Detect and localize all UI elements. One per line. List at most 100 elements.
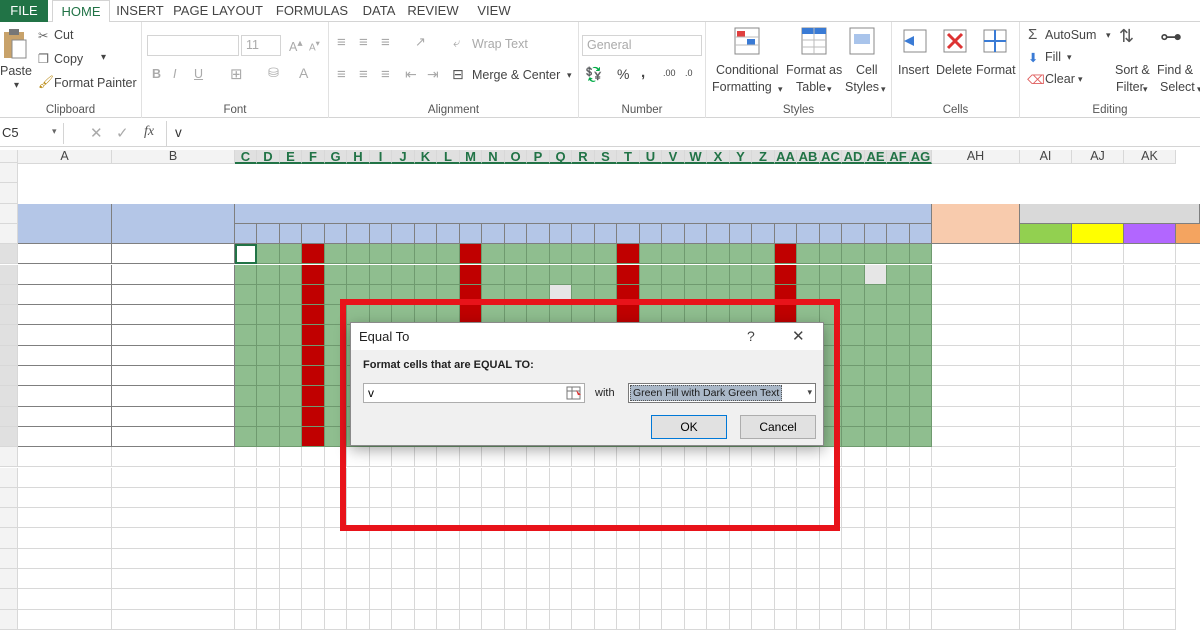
header-day[interactable] (572, 223, 595, 245)
grid-cell[interactable] (1124, 487, 1176, 509)
attendance-cell[interactable] (910, 284, 932, 306)
cancel-button[interactable]: Cancel (740, 415, 816, 439)
summary-cell[interactable] (1072, 386, 1124, 407)
row-header-2[interactable] (0, 183, 18, 204)
underline-button[interactable]: U (194, 67, 203, 81)
header-day[interactable] (437, 223, 460, 245)
attendance-cell[interactable] (415, 284, 437, 306)
shrink-font-icon[interactable]: A▾ (309, 38, 320, 53)
grid-cell[interactable] (572, 589, 595, 610)
grid-cell[interactable] (775, 548, 797, 569)
col-header-p[interactable]: P (527, 150, 550, 164)
grid-cell[interactable] (280, 569, 302, 590)
number-format-box[interactable]: General (582, 35, 702, 56)
grid-cell[interactable] (775, 487, 797, 509)
grid-cell[interactable] (662, 467, 685, 488)
font-size-box[interactable]: 11 (241, 35, 281, 56)
grid-cell[interactable] (370, 589, 392, 610)
align-left-icon[interactable]: ≡ (337, 66, 346, 83)
ok-button[interactable]: OK (651, 415, 727, 439)
attendance-cell[interactable] (280, 345, 302, 366)
grid-cell[interactable] (932, 528, 1020, 549)
attendance-cell[interactable] (505, 264, 527, 285)
grid-cell[interactable] (370, 548, 392, 569)
grid-cell[interactable] (910, 528, 932, 549)
col-header-g[interactable]: G (325, 150, 347, 164)
grid-cell[interactable] (505, 467, 527, 488)
grid-cell[interactable] (1072, 569, 1124, 590)
attendance-cell[interactable] (235, 325, 257, 346)
grid-cell[interactable] (325, 589, 347, 610)
summary-cell[interactable] (1176, 305, 1200, 326)
attendance-cell[interactable] (302, 345, 325, 366)
grid-cell[interactable] (662, 528, 685, 549)
attendance-cell[interactable] (865, 264, 887, 285)
grid-cell[interactable] (932, 589, 1020, 610)
summary-cell[interactable] (1124, 325, 1176, 346)
grid-cell[interactable] (302, 528, 325, 549)
grid-cell[interactable] (257, 589, 280, 610)
grid-cell[interactable] (505, 508, 527, 529)
attendance-cell[interactable] (302, 284, 325, 306)
grid-cell[interactable] (752, 589, 775, 610)
header-day[interactable] (325, 223, 347, 245)
header-masuk[interactable] (1020, 223, 1072, 245)
grid-cell[interactable] (1020, 609, 1072, 630)
grid-cell[interactable] (415, 569, 437, 590)
fill-color-icon[interactable]: ⛁ (268, 65, 279, 81)
header-day[interactable] (460, 223, 482, 245)
summary-cell[interactable] (1020, 284, 1072, 306)
grid-cell[interactable] (112, 447, 235, 468)
grid-cell[interactable] (797, 508, 820, 529)
summary-cell[interactable] (1124, 366, 1176, 387)
attendance-cell[interactable] (572, 264, 595, 285)
grid-cell[interactable] (505, 447, 527, 468)
grid-cell[interactable] (842, 487, 865, 509)
grid-cell[interactable] (415, 487, 437, 509)
grid-cell[interactable] (775, 467, 797, 488)
grid-cell[interactable] (842, 508, 865, 529)
grid-cell[interactable] (1124, 609, 1176, 630)
grid-cell[interactable] (842, 609, 865, 630)
grid-cell[interactable] (617, 528, 640, 549)
attendance-cell[interactable] (347, 284, 370, 306)
summary-cell[interactable] (1072, 406, 1124, 427)
grid-cell[interactable] (865, 467, 887, 488)
col-header-h[interactable]: H (347, 150, 370, 164)
header-day[interactable] (370, 223, 392, 245)
grid-cell[interactable] (842, 548, 865, 569)
grid-cell[interactable] (910, 569, 932, 590)
attendance-cell[interactable] (662, 284, 685, 306)
attendance-cell[interactable] (302, 305, 325, 326)
grid-cell[interactable] (887, 589, 910, 610)
grid-cell[interactable] (842, 589, 865, 610)
grid-cell[interactable] (482, 467, 505, 488)
attendance-cell[interactable] (235, 386, 257, 407)
grid-cell[interactable] (640, 528, 662, 549)
attendance-cell[interactable] (280, 325, 302, 346)
attendance-cell[interactable] (572, 284, 595, 306)
grid-cell[interactable] (617, 447, 640, 468)
header-day[interactable] (527, 223, 550, 245)
col-header-ac[interactable]: AC (820, 150, 842, 164)
currency-icon[interactable]: 💱 (585, 66, 602, 83)
header-tanggal[interactable] (235, 203, 932, 224)
attendance-cell[interactable] (887, 406, 910, 427)
grid-cell[interactable] (887, 548, 910, 569)
attendance-cell[interactable] (595, 244, 617, 265)
summary-cell[interactable] (1176, 407, 1200, 427)
attendance-cell[interactable] (370, 284, 392, 306)
attendance-cell[interactable] (865, 305, 887, 326)
percent-button[interactable]: % (617, 66, 629, 82)
attendance-cell[interactable] (842, 244, 865, 265)
attendance-cell[interactable] (325, 345, 347, 366)
col-header-i[interactable]: I (370, 150, 392, 164)
grid-cell[interactable] (662, 589, 685, 610)
employee-no[interactable] (18, 325, 112, 346)
grid-cell[interactable] (730, 508, 752, 529)
attendance-cell[interactable] (392, 284, 415, 306)
grid-cell[interactable] (640, 609, 662, 630)
attendance-cell[interactable] (707, 244, 730, 265)
grid-cell[interactable] (550, 508, 572, 529)
header-day[interactable] (865, 223, 887, 245)
